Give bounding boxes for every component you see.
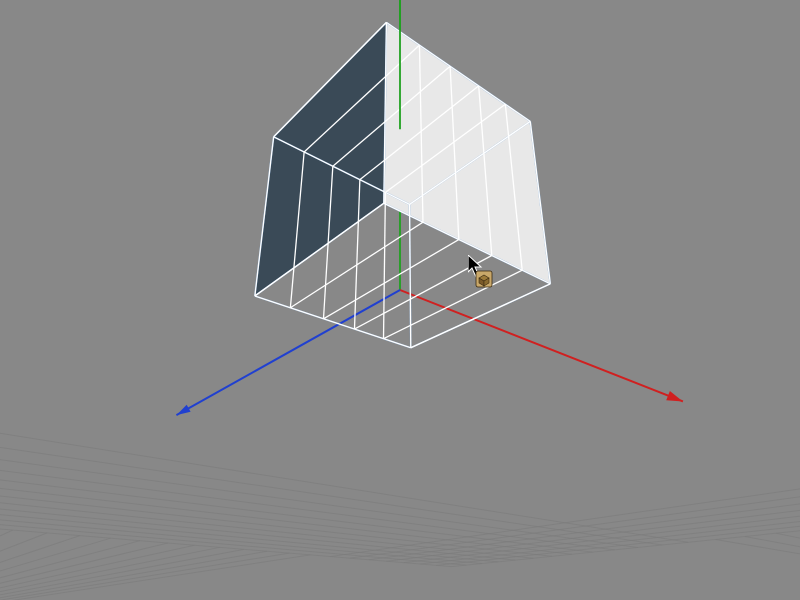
3d-viewport[interactable] [0, 0, 800, 600]
scene-render[interactable] [0, 0, 800, 600]
